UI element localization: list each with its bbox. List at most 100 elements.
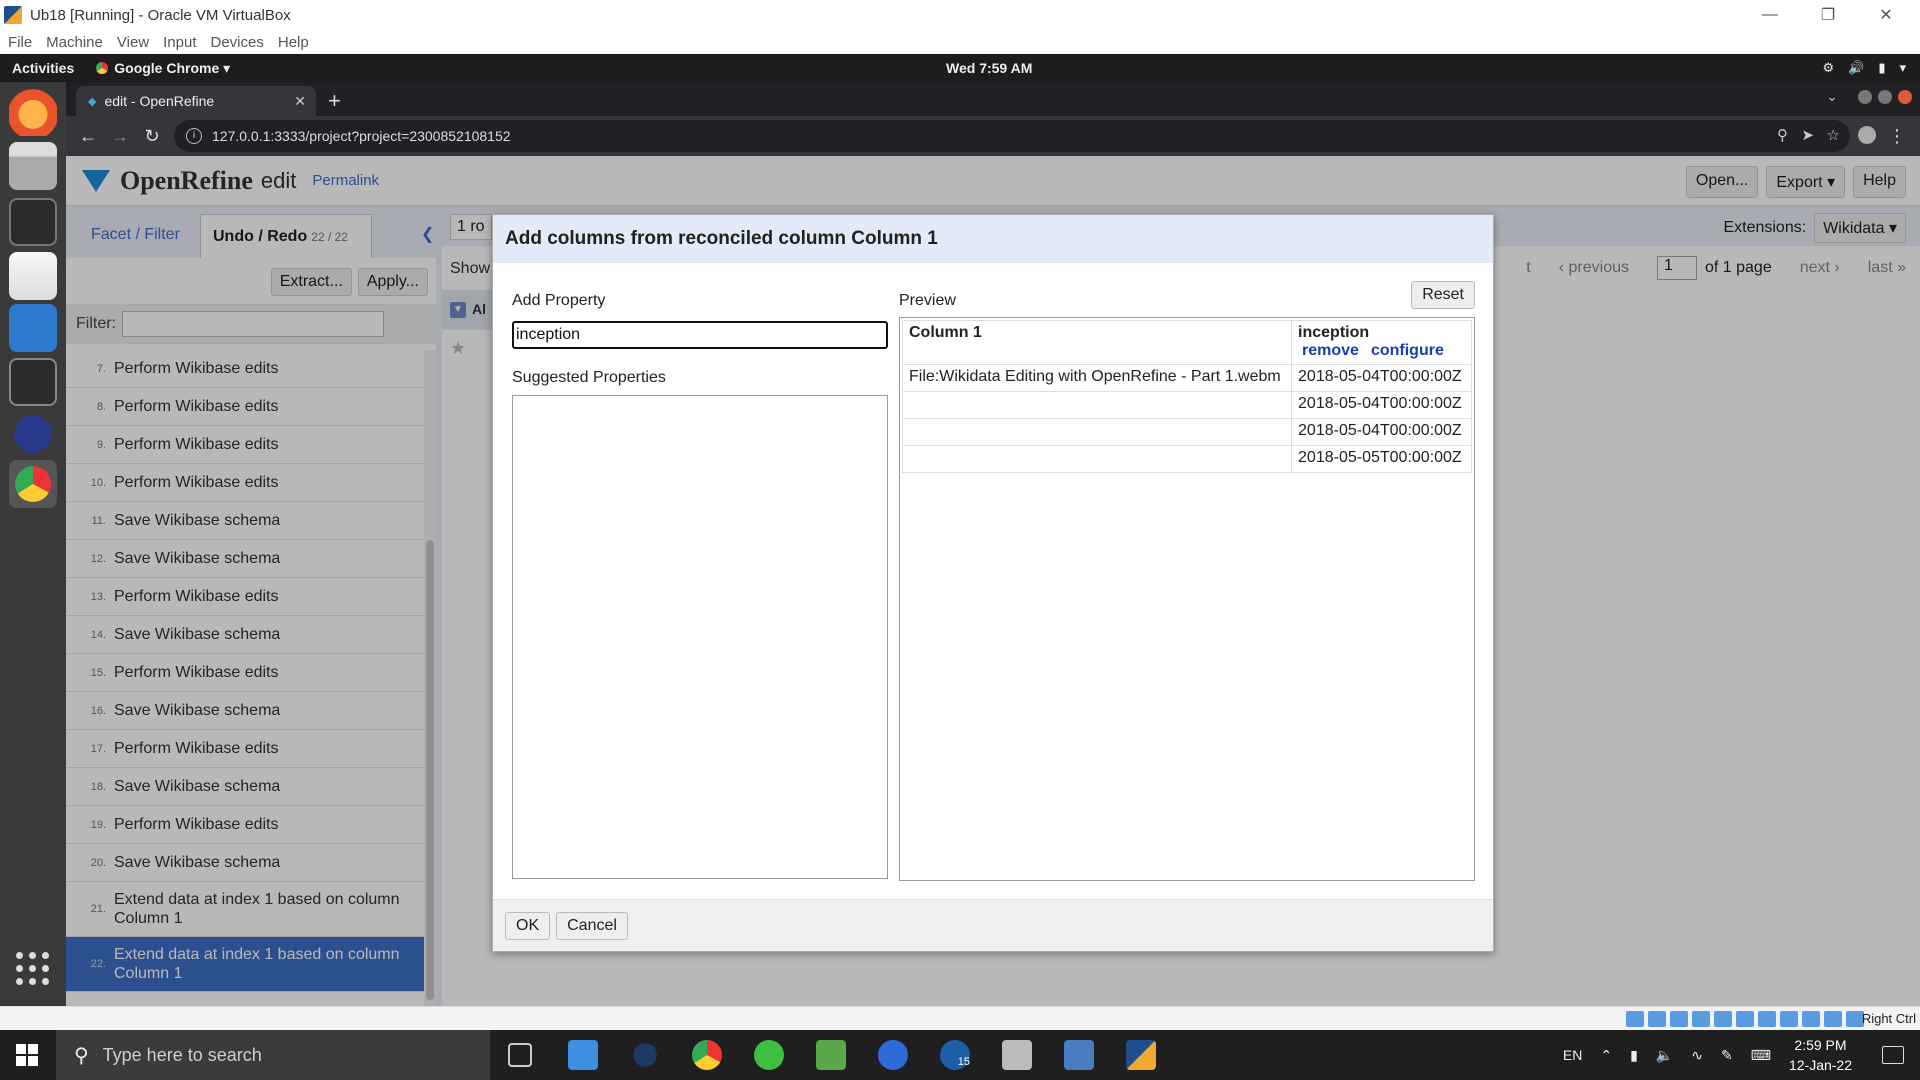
- windows-start-icon[interactable]: [16, 1044, 38, 1066]
- table-row: 2018-05-05T00:00:00Z: [901, 445, 1472, 473]
- network-icon[interactable]: [1692, 1011, 1710, 1027]
- tab-title: edit - OpenRefine: [104, 93, 215, 109]
- site-info-icon[interactable]: i: [186, 128, 202, 144]
- table-cell: [901, 391, 1293, 419]
- tab-openrefine[interactable]: ◆ edit - OpenRefine ✕: [76, 86, 316, 116]
- virtualbox-vm-icon[interactable]: [1126, 1040, 1156, 1070]
- dock-chrome-active[interactable]: [9, 460, 57, 508]
- hdd-icon[interactable]: [1626, 1011, 1644, 1027]
- vbox-statusbar: Right Ctrl: [0, 1006, 1920, 1030]
- table-cell: [901, 418, 1293, 446]
- battery-icon[interactable]: ▮: [1630, 1047, 1638, 1064]
- dialog-footer: OK Cancel: [493, 899, 1493, 951]
- activities-button[interactable]: Activities: [12, 60, 74, 76]
- vbox-menu-input[interactable]: Input: [163, 34, 196, 51]
- minimize-icon[interactable]: —: [1742, 0, 1798, 30]
- vbox-menu-machine[interactable]: Machine: [46, 34, 103, 51]
- edge-icon[interactable]: [878, 1040, 908, 1070]
- table-cell: 2018-05-05T00:00:00Z: [1291, 445, 1472, 473]
- chrome-menu-icon[interactable]: ⋮: [1888, 126, 1906, 147]
- profile-avatar-icon[interactable]: [1858, 126, 1876, 144]
- table-cell: 2018-05-04T00:00:00Z: [1291, 391, 1472, 419]
- vbox-menu-file[interactable]: File: [8, 34, 32, 51]
- configure-link[interactable]: configure: [1371, 342, 1444, 359]
- virtualbox-manager-icon[interactable]: [1064, 1040, 1094, 1070]
- close-icon[interactable]: ✕: [1858, 0, 1914, 30]
- send-icon[interactable]: ➤: [1801, 126, 1814, 144]
- terminal-icon[interactable]: [9, 198, 57, 246]
- forward-icon[interactable]: →: [104, 126, 136, 147]
- pen-icon[interactable]: ✎: [1721, 1047, 1733, 1064]
- shared-folder-icon[interactable]: [1736, 1011, 1754, 1027]
- language-indicator[interactable]: EN: [1563, 1047, 1582, 1063]
- url-text[interactable]: 127.0.0.1:3333/project?project=230085210…: [212, 128, 511, 144]
- notification-icon[interactable]: [1882, 1046, 1904, 1064]
- taskbar-search[interactable]: ⚲ Type here to search: [56, 1030, 490, 1080]
- taskbar-clock[interactable]: 2:59 PM 12-Jan-22: [1789, 1035, 1852, 1075]
- system-tray[interactable]: ⚙ 🔊 ▮ ▾: [1822, 60, 1906, 76]
- restore-icon[interactable]: ❐: [1800, 0, 1856, 30]
- vbox-menu-devices[interactable]: Devices: [211, 34, 264, 51]
- notepad-plus-icon[interactable]: [816, 1040, 846, 1070]
- app-badge-icon[interactable]: 15: [940, 1040, 970, 1070]
- keyboard-icon[interactable]: ⌨: [1751, 1047, 1771, 1064]
- address-bar[interactable]: i 127.0.0.1:3333/project?project=2300852…: [174, 120, 1850, 152]
- clover-icon[interactable]: [754, 1040, 784, 1070]
- file-explorer-icon[interactable]: [568, 1040, 598, 1070]
- add-property-label: Add Property: [512, 292, 606, 309]
- table-row: 2018-05-04T00:00:00Z: [901, 391, 1472, 419]
- cpu-icon[interactable]: [1802, 1011, 1820, 1027]
- property-input[interactable]: [512, 321, 888, 349]
- tab-search-icon[interactable]: ⌄: [1826, 88, 1838, 105]
- task-view-icon[interactable]: [508, 1043, 532, 1067]
- chrome-tab-strip: ◆ edit - OpenRefine ✕ + ⌄: [66, 82, 1920, 116]
- show-applications-icon[interactable]: [16, 952, 50, 986]
- vbox-menu-view[interactable]: View: [117, 34, 149, 51]
- new-tab-icon[interactable]: +: [328, 88, 341, 114]
- files-icon[interactable]: [9, 142, 57, 190]
- optical-icon[interactable]: [1648, 1011, 1666, 1027]
- battery-icon: ▮: [1878, 60, 1886, 75]
- mouse-icon[interactable]: [1824, 1011, 1842, 1027]
- system-monitor-icon[interactable]: [9, 358, 57, 406]
- recording-icon[interactable]: [1780, 1011, 1798, 1027]
- preview-col-header: Column 1: [901, 320, 1293, 365]
- back-icon[interactable]: ←: [72, 126, 104, 147]
- printer-icon[interactable]: [1002, 1040, 1032, 1070]
- reset-button[interactable]: Reset: [1411, 281, 1475, 309]
- text-editor-icon[interactable]: [9, 252, 57, 300]
- close-icon[interactable]: [1898, 89, 1912, 104]
- wifi-icon[interactable]: ∿: [1691, 1047, 1703, 1064]
- display-icon[interactable]: [1758, 1011, 1776, 1027]
- chrome-icon[interactable]: [692, 1040, 722, 1070]
- table-row: 2018-05-04T00:00:00Z: [901, 418, 1472, 446]
- cancel-button[interactable]: Cancel: [556, 911, 628, 940]
- app-menu[interactable]: Google Chrome ▾: [96, 60, 230, 77]
- eclipse-icon[interactable]: [9, 410, 57, 458]
- chrome-toolbar: ← → ↻ i 127.0.0.1:3333/project?project=2…: [66, 116, 1920, 156]
- preview-col-title: inception: [1298, 324, 1370, 341]
- preview-box: Column 1 inception remove configure File:…: [899, 317, 1475, 881]
- chevron-up-icon[interactable]: ⌃: [1600, 1047, 1612, 1064]
- audio-icon[interactable]: [1670, 1011, 1688, 1027]
- reload-icon[interactable]: ↻: [136, 126, 168, 147]
- vbox-status-icons: [1626, 1011, 1864, 1027]
- vbox-menu-help[interactable]: Help: [278, 34, 309, 51]
- search-placeholder: Type here to search: [102, 1044, 262, 1065]
- volume-icon: 🔊: [1848, 60, 1865, 75]
- close-tab-icon[interactable]: ✕: [294, 93, 306, 110]
- maximize-icon[interactable]: [1878, 89, 1892, 104]
- ok-button[interactable]: OK: [505, 911, 551, 940]
- clock-time: 2:59 PM: [1794, 1037, 1847, 1053]
- volume-icon[interactable]: 🔈: [1656, 1047, 1673, 1064]
- firefox-icon[interactable]: [9, 88, 57, 136]
- vscode-icon[interactable]: [9, 304, 57, 352]
- steam-icon[interactable]: [630, 1040, 660, 1070]
- usb-icon[interactable]: [1714, 1011, 1732, 1027]
- suggested-properties-list[interactable]: [512, 395, 888, 879]
- gnome-clock[interactable]: Wed 7:59 AM: [946, 60, 1032, 76]
- remove-link[interactable]: remove: [1302, 342, 1359, 359]
- zoom-icon[interactable]: ⚲: [1777, 126, 1788, 144]
- minimize-icon[interactable]: [1858, 89, 1872, 104]
- bookmark-star-icon[interactable]: ☆: [1827, 126, 1840, 144]
